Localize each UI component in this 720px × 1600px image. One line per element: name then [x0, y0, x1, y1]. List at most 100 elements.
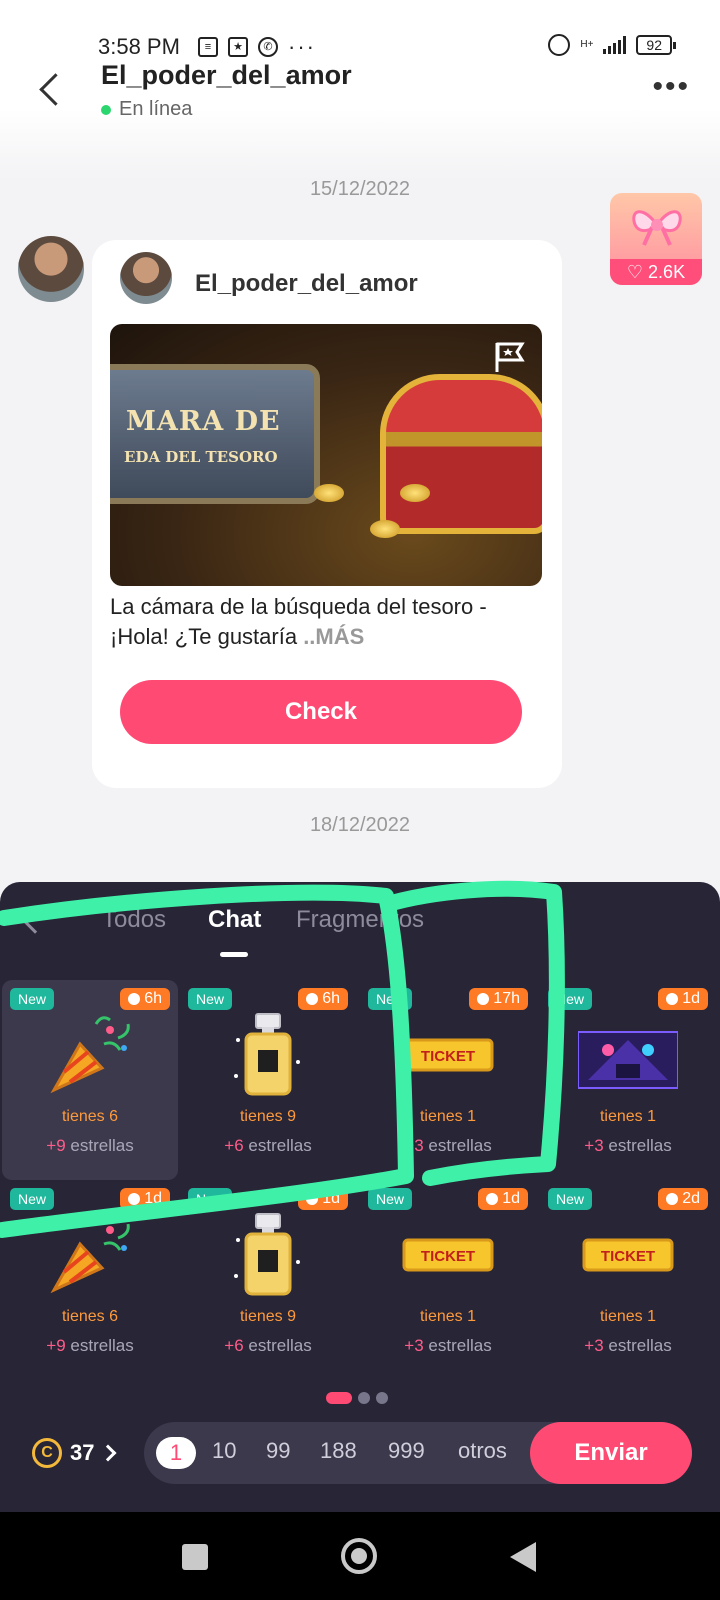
gift-count: ♡ 2.6K	[610, 259, 702, 285]
chevron-right-icon	[99, 1444, 117, 1462]
coin-balance[interactable]: C 37	[32, 1438, 117, 1468]
time-tag: 6h	[120, 988, 170, 1010]
home-button[interactable]	[341, 1538, 377, 1574]
new-tag: New	[188, 1188, 233, 1210]
gift-item[interactable]: New 17h TICKET tienes 1 +3 estrellas	[360, 980, 536, 1180]
gift-owned-count: tienes 1	[419, 1308, 477, 1325]
gift-stars: +6 estrellas	[224, 1136, 312, 1155]
gift-stars: +3 estrellas	[584, 1136, 672, 1155]
new-tag: New	[10, 1188, 55, 1210]
gift-item[interactable]: New 6h tienes 6 +9 estrellas	[2, 980, 178, 1180]
perfume-icon	[234, 1213, 300, 1296]
coin-icon	[400, 484, 430, 502]
android-nav-bar	[0, 1512, 720, 1600]
gift-item[interactable]: New 1d tienes 6 +9 estrellas	[2, 1180, 178, 1380]
time-tag: 1d	[658, 988, 708, 1010]
quantity-option-999[interactable]: 999	[388, 1438, 425, 1464]
gift-item[interactable]: New 1d tienes 1 +3 estrellas	[540, 980, 716, 1180]
quantity-option-otros[interactable]: otros	[458, 1438, 507, 1464]
clock-icon	[666, 993, 679, 1005]
date-separator: 18/12/2022	[309, 814, 411, 836]
gift-stars: +3 estrellas	[404, 1336, 492, 1355]
clock-icon	[486, 1193, 499, 1205]
more-options-button[interactable]: •••	[652, 72, 690, 102]
promo-image-title: MARA DE	[126, 406, 281, 437]
page-dot[interactable]	[358, 1392, 370, 1404]
sender-avatar[interactable]	[18, 236, 84, 302]
clock-icon	[477, 993, 490, 1005]
promo-text-body: La cámara de la búsqueda del tesoro - ¡H…	[110, 594, 487, 649]
treasure-chest-icon	[380, 374, 542, 534]
new-tag: New	[188, 988, 233, 1010]
ticket-icon: TICKET	[582, 1238, 674, 1272]
perfume-icon	[234, 1013, 300, 1096]
clock-icon	[128, 1193, 141, 1205]
treasure-promo-image[interactable]: MARA DE EDA DEL TESORO	[110, 324, 542, 586]
quantity-option-10[interactable]: 10	[212, 1438, 236, 1464]
time-tag: 1d	[298, 1188, 348, 1210]
star-app-icon: ★	[228, 37, 248, 57]
whatsapp-icon: ✆	[258, 37, 278, 57]
party-popper-icon	[50, 1216, 130, 1294]
gift-item[interactable]: New 2d TICKET tienes 1 +3 estrellas	[540, 1180, 716, 1380]
party-popper-icon	[50, 1016, 130, 1094]
active-tab-indicator	[220, 952, 248, 957]
clock-icon	[306, 993, 319, 1005]
online-dot-icon	[101, 104, 111, 115]
network-type: H+	[580, 39, 594, 50]
alarm-icon	[548, 34, 571, 56]
more-notifications-icon: ···	[288, 34, 316, 59]
quantity-option-99[interactable]: 99	[266, 1438, 290, 1464]
promo-image-subtitle: EDA DEL TESORO	[124, 448, 278, 466]
tab-chat[interactable]: Chat	[208, 906, 261, 934]
online-status: En línea	[101, 98, 192, 121]
new-tag: New	[548, 1188, 593, 1210]
gift-badge[interactable]: ♡ 2.6K	[610, 193, 702, 285]
check-button[interactable]: Check	[120, 680, 522, 744]
quantity-option-188[interactable]: 188	[320, 1438, 357, 1464]
system-icons: H+ 92	[548, 34, 676, 56]
page-dot[interactable]	[376, 1392, 388, 1404]
tab-fragmentos[interactable]: Fragmentos	[296, 906, 424, 934]
back-button[interactable]	[34, 70, 70, 110]
new-tag: New	[548, 988, 593, 1010]
panel-back-icon[interactable]	[22, 908, 48, 934]
status-time: 3:58 PM	[98, 34, 180, 59]
gift-owned-count: tienes 1	[599, 1308, 657, 1325]
page-dot-active[interactable]	[326, 1392, 352, 1404]
ticket-icon: TICKET	[402, 1238, 494, 1272]
gift-owned-count: tienes 9	[239, 1108, 297, 1125]
gift-panel: Todos Chat Fragmentos New 6h tienes 6 +9…	[0, 882, 720, 1512]
gift-stars: +3 estrellas	[404, 1136, 492, 1155]
time-tag: 6h	[298, 988, 348, 1010]
ticket-icon: TICKET	[402, 1038, 494, 1072]
time-tag: 2d	[658, 1188, 708, 1210]
time-tag: 1d	[120, 1188, 170, 1210]
new-tag: New	[368, 988, 413, 1010]
clock-icon	[128, 993, 141, 1005]
more-link[interactable]: ..MÁS	[303, 624, 364, 649]
quantity-option-1[interactable]: 1	[156, 1437, 196, 1469]
page-indicator	[326, 1392, 388, 1404]
report-flag-icon[interactable]	[492, 340, 526, 374]
send-gift-button[interactable]: Enviar	[530, 1422, 692, 1484]
chat-title[interactable]: El_poder_del_amor	[101, 60, 352, 91]
gift-item[interactable]: New 1d tienes 9 +6 estrellas	[180, 1180, 356, 1380]
battery-icon: 92	[636, 35, 676, 55]
time-tag: 1d	[478, 1188, 528, 1210]
gift-stars: +6 estrellas	[224, 1336, 312, 1355]
clock-icon	[306, 1193, 319, 1205]
bow-icon	[632, 210, 682, 246]
tab-todos[interactable]: Todos	[102, 906, 166, 934]
new-tag: New	[10, 988, 55, 1010]
gift-stars: +3 estrellas	[584, 1336, 672, 1355]
coin-icon	[370, 520, 400, 538]
recents-button[interactable]	[182, 1544, 208, 1570]
promo-text: La cámara de la búsqueda del tesoro - ¡H…	[110, 592, 530, 652]
system-back-button[interactable]	[510, 1542, 536, 1572]
gift-item[interactable]: New 1d TICKET tienes 1 +3 estrellas	[360, 1180, 536, 1380]
time-tag: 17h	[469, 988, 528, 1010]
coin-amount: 37	[70, 1440, 95, 1465]
gift-item[interactable]: New 6h tienes 9 +6 estrellas	[180, 980, 356, 1180]
gift-owned-count: tienes 9	[239, 1308, 297, 1325]
